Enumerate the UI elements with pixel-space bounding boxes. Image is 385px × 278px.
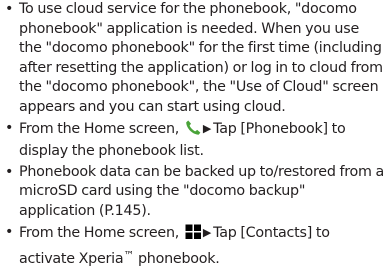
note-text-tail: phonebook.	[134, 251, 220, 268]
note-text: To use cloud service for the phonebook, …	[19, 1, 383, 115]
app-grid-icon	[185, 224, 202, 247]
notes-list: • To use cloud service for the phonebook…	[0, 0, 385, 270]
note-xperia-contacts: • From the Home screen, ▶ Tap [Contacts] …	[0, 223, 385, 270]
note-backup: • Phonebook data can be backed up to/res…	[0, 163, 385, 222]
note-cloud-service: • To use cloud service for the phonebook…	[0, 0, 385, 118]
trademark-symbol: ™	[123, 249, 135, 263]
arrow-icon: ▶	[202, 225, 212, 239]
bullet: •	[5, 119, 14, 136]
arrow-icon: ▶	[202, 121, 212, 135]
bullet: •	[5, 1, 14, 17]
note-phonebook-list: • From the Home screen, ▶ Tap [Phonebook]…	[0, 119, 385, 162]
bullet: •	[5, 163, 14, 180]
note-text-before-icon: From the Home screen,	[19, 224, 180, 241]
note-text: Phonebook data can be backed up to/resto…	[19, 163, 385, 219]
phone-handset-icon	[185, 119, 202, 143]
note-text-before-icon: From the Home screen,	[19, 120, 180, 137]
bullet: •	[5, 223, 14, 240]
